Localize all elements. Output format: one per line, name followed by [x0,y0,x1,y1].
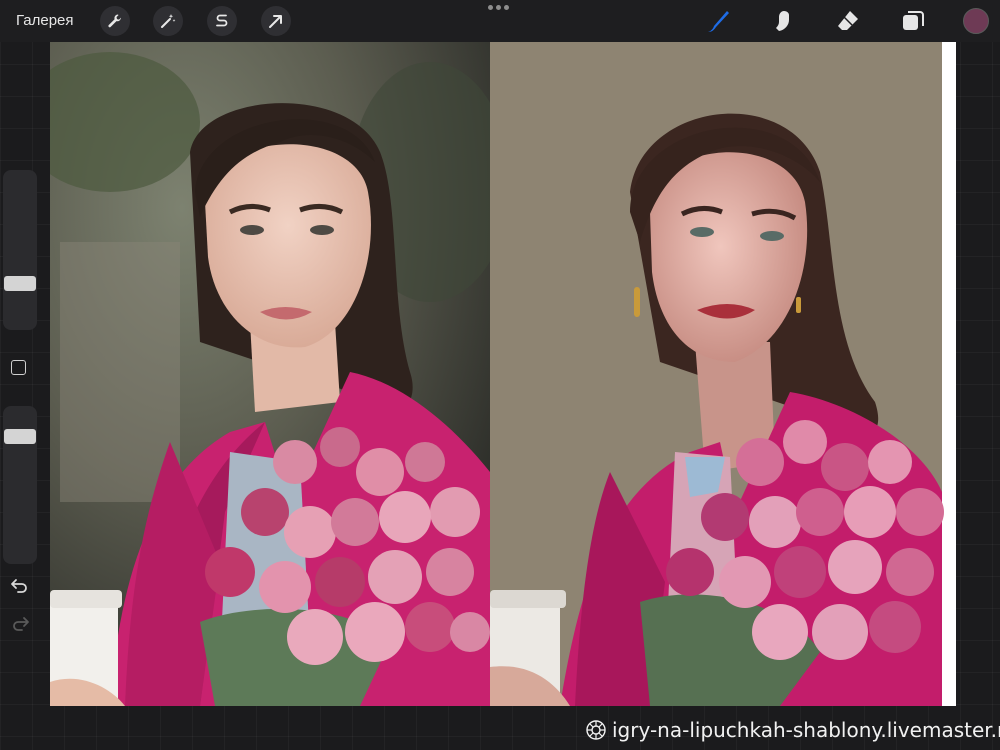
eraser-icon[interactable] [833,6,863,36]
gallery-button[interactable]: Галерея [16,12,74,29]
reference-photo [50,42,490,706]
color-swatch[interactable] [963,8,989,34]
smudge-icon[interactable] [768,6,798,36]
left-sidebar [0,170,40,650]
drawing-canvas[interactable] [50,42,956,706]
layers-icon[interactable] [898,6,928,36]
opacity-slider[interactable] [3,406,37,564]
transform-arrow-icon[interactable] [261,6,291,36]
brush-size-slider[interactable] [3,170,37,330]
more-options-icon[interactable] [488,5,509,10]
watermark-text: igry-na-lipuchkah-shablony.livemaster.ru [612,718,1000,742]
selection-s-icon[interactable] [207,6,237,36]
brush-size-knob[interactable] [4,276,36,291]
modify-button[interactable] [11,360,26,375]
watermark-logo-icon [586,720,606,740]
redo-icon[interactable] [10,614,30,634]
opacity-knob[interactable] [4,429,36,444]
digital-painting [490,42,956,706]
brush-icon[interactable] [703,6,733,36]
magic-wand-icon[interactable] [153,6,183,36]
top-toolbar: Галерея [0,0,1000,42]
undo-icon[interactable] [10,576,30,596]
wrench-icon[interactable] [100,6,130,36]
